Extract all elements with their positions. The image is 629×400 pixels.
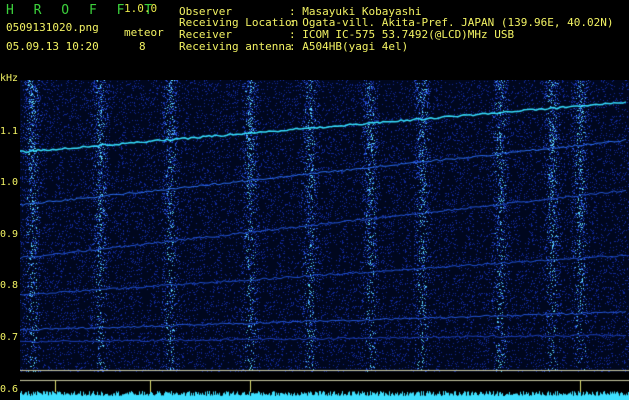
y-axis-unit: kHz xyxy=(0,73,19,84)
y-tick-label: 0.8 xyxy=(0,280,19,292)
file-name: 0509131020.png xyxy=(6,21,99,34)
y-tick-label: 0.6 xyxy=(0,383,19,395)
meteor-label: meteor xyxy=(124,26,164,39)
location-value: : Ogata-vill. Akita-Pref. JAPAN (139.96E… xyxy=(289,16,614,29)
header-panel: H R O F F T 1.0.0 0509131020.png meteor … xyxy=(0,0,629,72)
spectrogram xyxy=(20,80,629,400)
app-version: 1.0.0 xyxy=(124,2,158,15)
receiver-value: : ICOM IC-575 53.7492(@LCD)MHz USB xyxy=(289,28,515,41)
receiver-label: Receiver xyxy=(179,28,232,41)
y-tick-label: 0.7 xyxy=(0,332,19,344)
y-tick-label: 1.1 xyxy=(0,125,19,137)
antenna-value: : A504HB(yagi 4el) xyxy=(289,40,409,53)
y-tick-label: 1.0 xyxy=(0,177,19,189)
meteor-count: 8 xyxy=(139,40,146,53)
date-time: 05.09.13 10:20 xyxy=(6,40,99,53)
antenna-label: Receiving antenna xyxy=(179,40,292,53)
y-tick-label: 0.9 xyxy=(0,228,19,240)
location-label: Receiving Location xyxy=(179,16,299,29)
